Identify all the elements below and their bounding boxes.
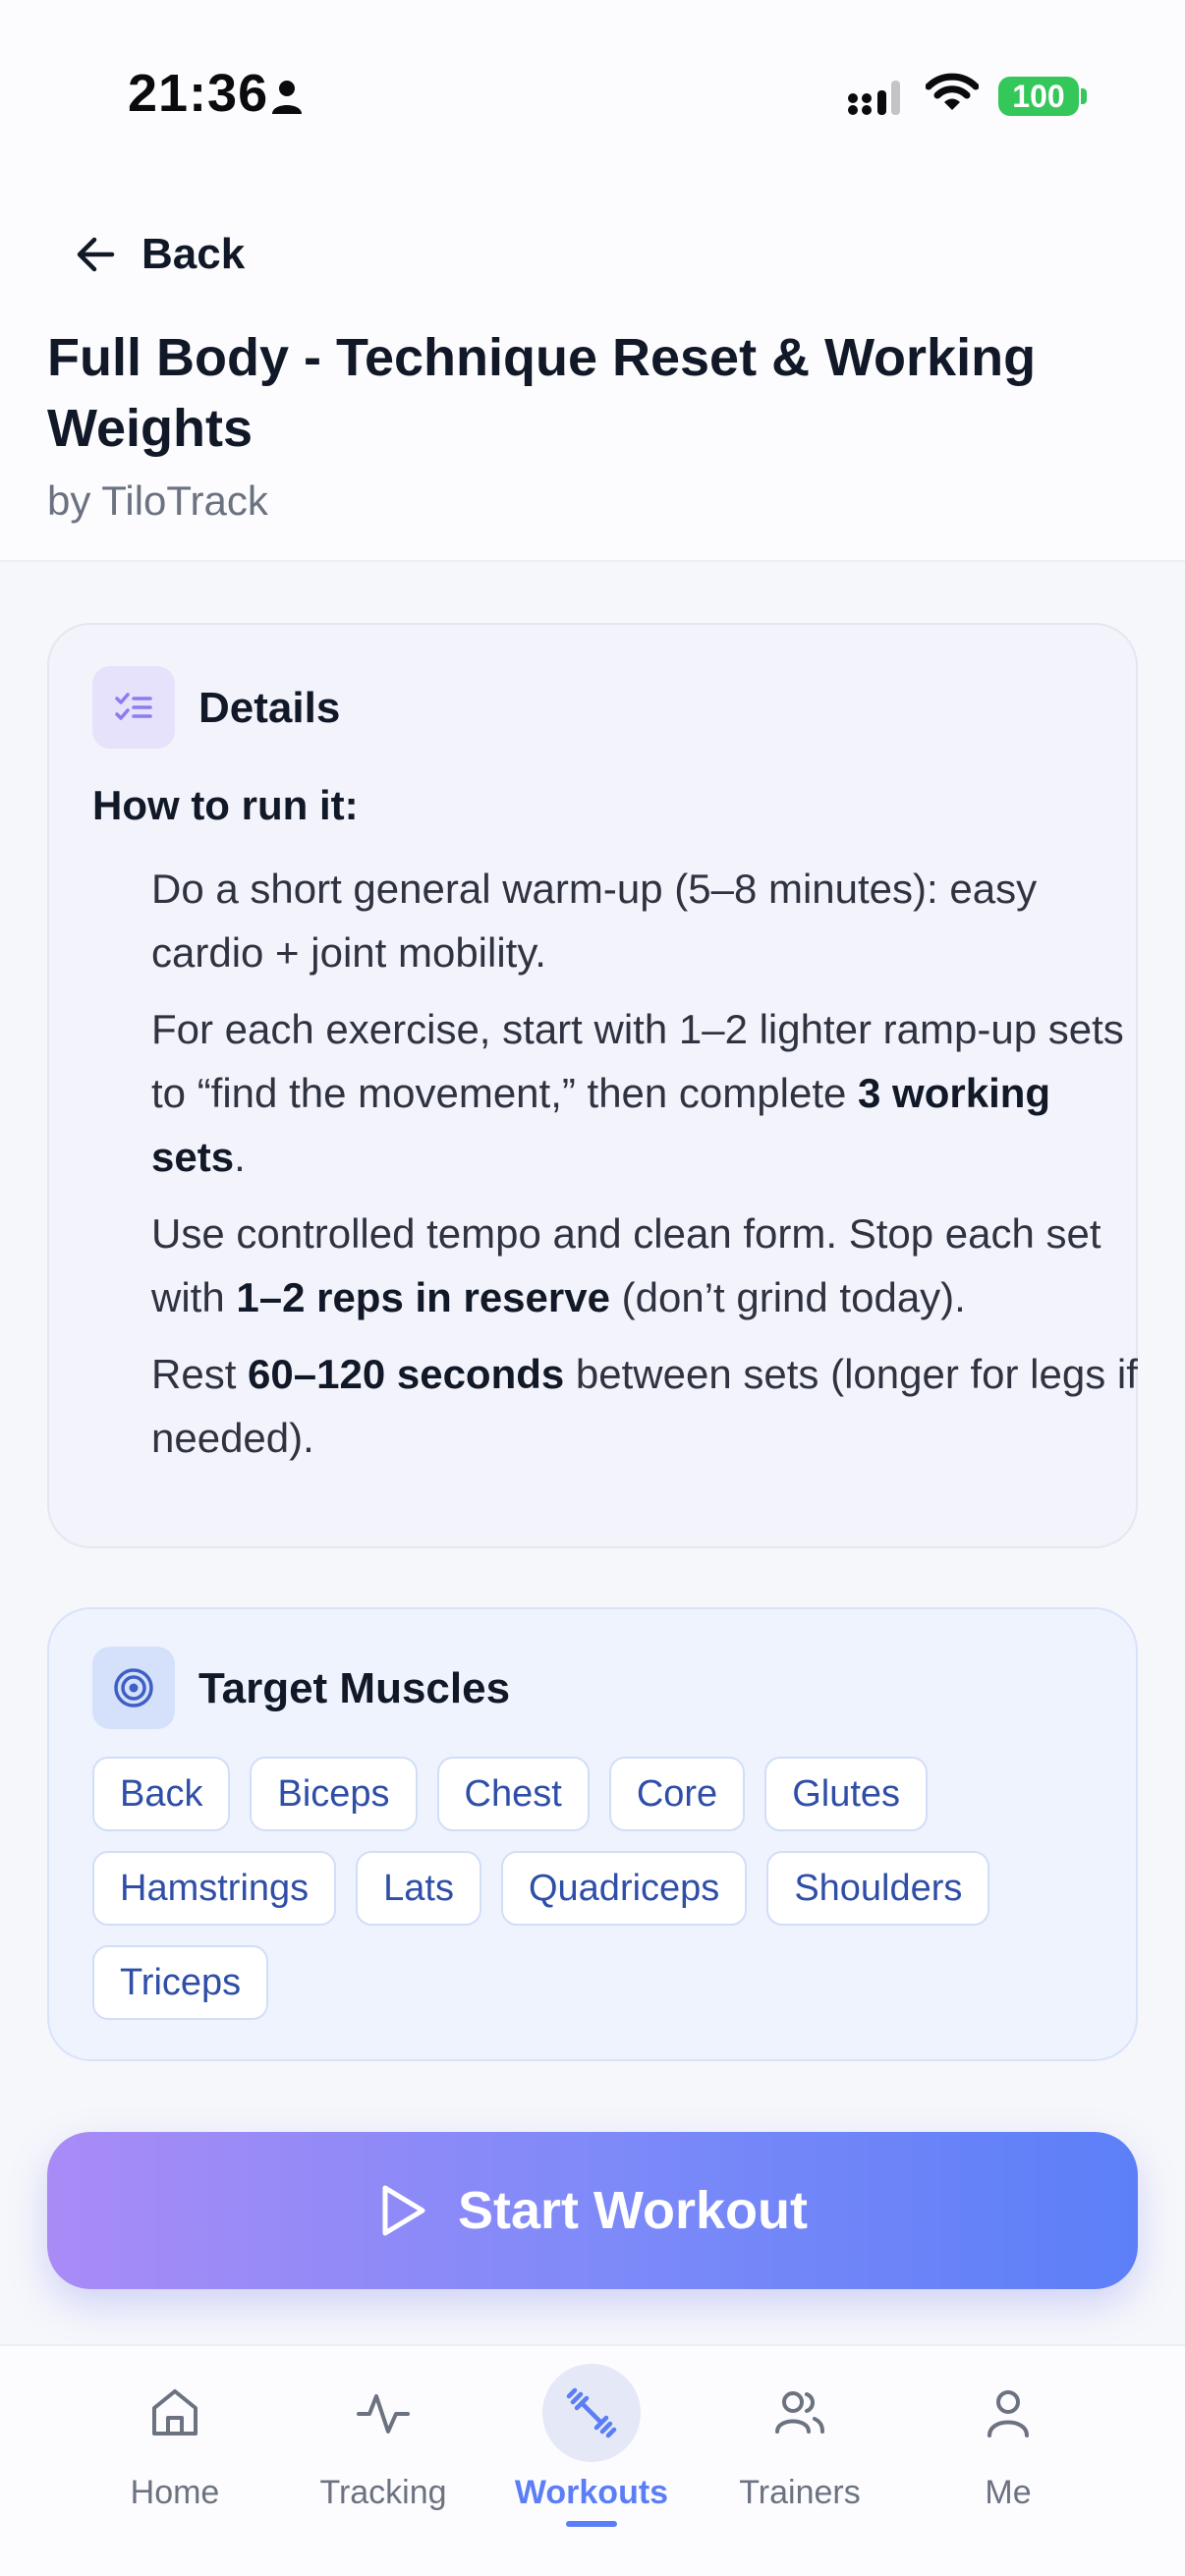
details-card: Details How to run it: Do a short genera… (47, 623, 1138, 1548)
user-icon (988, 2390, 1029, 2437)
nav-label-home: Home (130, 2474, 220, 2511)
start-workout-label: Start Workout (457, 2181, 808, 2240)
nav-item-me[interactable]: Me (904, 2346, 1112, 2543)
instruction-item: Rest 60–120 seconds between sets (longer… (151, 1351, 1138, 1461)
nav-item-trainers[interactable]: Trainers (696, 2346, 904, 2543)
back-label: Back (141, 230, 246, 278)
battery-tip (1081, 88, 1087, 104)
page-title: Full Body - Technique Reset & Working We… (47, 328, 1037, 458)
muscle-chip: Chest (436, 1757, 590, 1831)
status-time: 21:36 (128, 64, 269, 123)
muscle-chip: Glutes (764, 1757, 929, 1831)
bottom-nav: Home Tracking Workouts Trainers Me (0, 2344, 1185, 2576)
activity-icon (357, 2394, 410, 2434)
target-icon (114, 1668, 153, 1708)
back-button[interactable]: Back (73, 220, 245, 289)
muscle-chip: Quadriceps (500, 1851, 748, 1926)
details-icon-box (92, 666, 175, 749)
muscle-chips: Back Biceps Chest Core Glutes Hamstrings… (92, 1757, 1114, 2020)
nav-item-tracking[interactable]: Tracking (279, 2346, 487, 2543)
target-icon-box (92, 1647, 175, 1729)
page-author: by TiloTrack (47, 477, 268, 524)
how-to-heading: How to run it: (92, 782, 359, 828)
instructions-list: Do a short general warm-up (5–8 minutes)… (151, 857, 1144, 1483)
home-icon (152, 2389, 198, 2436)
nav-item-workouts[interactable]: Workouts (487, 2346, 696, 2543)
muscle-chip: Shoulders (766, 1851, 990, 1926)
muscle-chip: Lats (356, 1851, 481, 1926)
wifi-icon (926, 73, 979, 110)
dumbbell-icon (566, 2387, 617, 2438)
nav-label-tracking: Tracking (319, 2474, 447, 2511)
target-muscles-card: Target Muscles Back Biceps Chest Core Gl… (47, 1607, 1138, 2061)
play-icon (382, 2185, 425, 2236)
instruction-item: Do a short general warm-up (5–8 minutes)… (151, 866, 1038, 976)
muscle-chip: Hamstrings (92, 1851, 337, 1926)
muscle-chip: Triceps (92, 1945, 269, 2020)
instruction-item: Use controlled tempo and clean form. Sto… (151, 1210, 1101, 1320)
person-icon (272, 81, 302, 114)
checklist-icon (115, 693, 152, 720)
nav-item-home[interactable]: Home (71, 2346, 279, 2543)
signal-icon (848, 81, 900, 115)
workout-detail-screen: 21:36 100 Back Full Body - Technique Res… (0, 0, 1185, 2576)
target-muscles-title: Target Muscles (198, 1664, 511, 1712)
status-bar: 21:36 100 (0, 0, 1185, 187)
users-icon (775, 2391, 824, 2434)
active-tab-indicator (566, 2521, 617, 2527)
muscle-chip: Core (608, 1757, 746, 1831)
instruction-item: For each exercise, start with 1–2 lighte… (151, 1006, 1124, 1180)
battery-icon: 100 (998, 77, 1079, 116)
nav-label-me: Me (985, 2474, 1032, 2511)
nav-label-trainers: Trainers (739, 2474, 861, 2511)
muscle-chip: Back (92, 1757, 231, 1831)
start-workout-button[interactable]: Start Workout (47, 2132, 1138, 2289)
nav-label-workouts: Workouts (514, 2474, 669, 2511)
page-header: Back Full Body - Technique Reset & Worki… (0, 187, 1185, 562)
details-title: Details (198, 684, 341, 732)
arrow-left-icon (77, 237, 115, 272)
muscle-chip: Biceps (250, 1757, 418, 1831)
